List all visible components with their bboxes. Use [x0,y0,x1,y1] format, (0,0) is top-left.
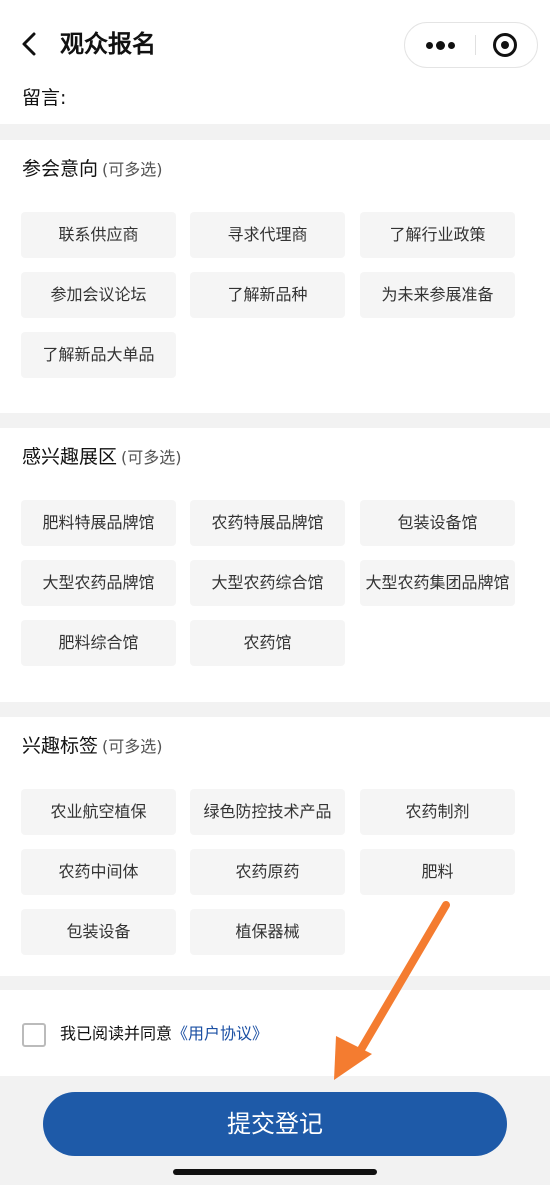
section-hint: (可多选) [121,448,182,467]
option-chip[interactable]: 联系供应商 [21,212,176,258]
message-field[interactable]: 留言: [0,78,550,124]
section-exhibit-area: 感兴趣展区 (可多选) 肥料特展品牌馆 农药特展品牌馆 包装设备馆 大型农药品牌馆… [0,428,550,702]
option-chip[interactable]: 植保器械 [190,909,345,955]
option-chip[interactable]: 了解新品种 [190,272,345,318]
mini-program-capsule [404,22,538,68]
option-chip[interactable]: 农业航空植保 [21,789,176,835]
section-title-text: 感兴趣展区 [22,446,118,468]
agreement-label: 我已阅读并同意 [60,1024,173,1043]
section-title-text: 兴趣标签 [22,735,99,757]
option-chip[interactable]: 大型农药品牌馆 [21,560,176,606]
agreement-checkbox[interactable] [22,1023,46,1047]
option-chip[interactable]: 了解行业政策 [360,212,515,258]
close-target-icon[interactable] [493,33,517,57]
option-chip[interactable]: 农药制剂 [360,789,515,835]
agreement-row: 我已阅读并同意《用户协议》 [0,990,550,1076]
user-agreement-link[interactable]: 《用户协议》 [172,1024,268,1043]
option-chip[interactable]: 包装设备 [21,909,176,955]
home-indicator [173,1169,377,1175]
chevron-left-icon [22,32,36,56]
option-chip[interactable]: 包装设备馆 [360,500,515,546]
capsule-divider [475,35,476,55]
section-intent: 参会意向 (可多选) 联系供应商 寻求代理商 了解行业政策 参加会议论坛 了解新品… [0,140,550,413]
section-hint: (可多选) [102,737,163,756]
option-chip[interactable]: 农药原药 [190,849,345,895]
option-chip[interactable]: 绿色防控技术产品 [190,789,345,835]
option-chip[interactable]: 肥料特展品牌馆 [21,500,176,546]
section-title: 兴趣标签 (可多选) [22,731,163,758]
section-interest-tags: 兴趣标签 (可多选) 农业航空植保 绿色防控技术产品 农药制剂 农药中间体 农药原… [0,717,550,976]
option-chip[interactable]: 农药中间体 [21,849,176,895]
option-chip[interactable]: 寻求代理商 [190,212,345,258]
message-label: 留言: [22,87,67,109]
option-chip[interactable]: 大型农药综合馆 [190,560,345,606]
nav-bar: 观众报名 [0,0,550,88]
agreement-text: 我已阅读并同意《用户协议》 [60,1023,268,1045]
section-hint: (可多选) [102,160,163,179]
more-dots-icon[interactable] [405,23,475,67]
section-title: 感兴趣展区 (可多选) [22,442,182,469]
back-chevron-icon[interactable] [14,28,46,60]
option-chip[interactable]: 为未来参展准备 [360,272,515,318]
option-chip[interactable]: 参加会议论坛 [21,272,176,318]
option-chip[interactable]: 肥料综合馆 [21,620,176,666]
page-title: 观众报名 [60,30,156,58]
section-title-text: 参会意向 [22,158,99,180]
option-chip[interactable]: 了解新品大单品 [21,332,176,378]
option-chip[interactable]: 农药馆 [190,620,345,666]
option-chip[interactable]: 大型农药集团品牌馆 [360,560,515,606]
submit-button[interactable]: 提交登记 [43,1092,507,1156]
option-chip[interactable]: 农药特展品牌馆 [190,500,345,546]
section-title: 参会意向 (可多选) [22,154,163,181]
option-chip[interactable]: 肥料 [360,849,515,895]
